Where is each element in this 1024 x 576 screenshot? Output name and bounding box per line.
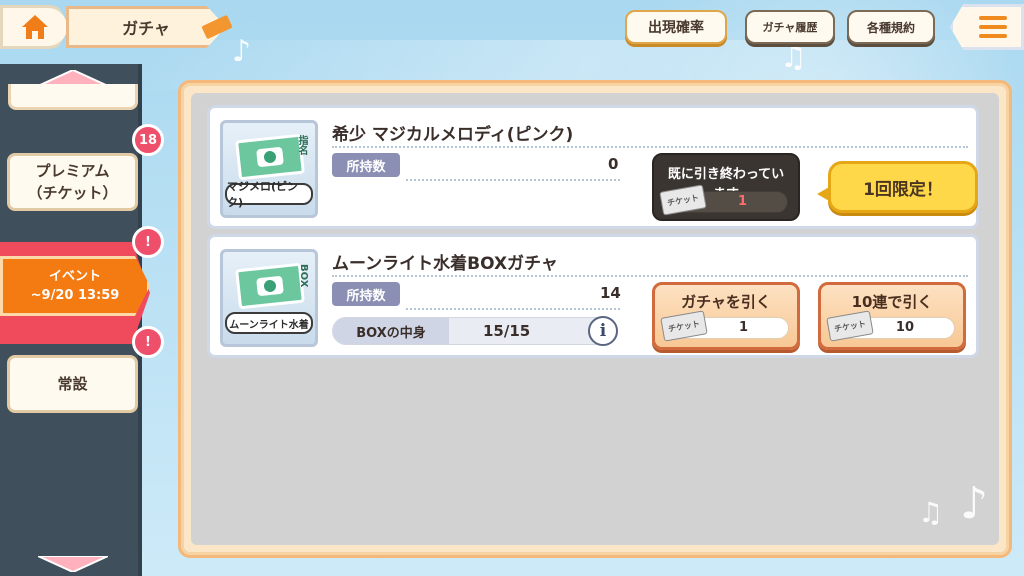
sidebar-item-label-line1: プレミアム — [35, 162, 110, 180]
ticket-count: 1 — [737, 194, 747, 209]
probability-button[interactable]: 出現確率 — [625, 10, 727, 44]
ticket-count: 10 — [895, 320, 914, 335]
limited-badge: 1回限定！ — [817, 161, 978, 213]
scroll-down-arrow-icon[interactable] — [38, 556, 108, 572]
sidebar-item-premium[interactable]: プレミアム （チケット） — [7, 153, 138, 211]
sidebar-item-label-line1: イベント — [48, 269, 101, 284]
home-icon — [22, 15, 48, 39]
box-contents-label: BOXの中身 — [333, 318, 449, 344]
gacha-title: 希少 マジカルメロディ(ピンク) — [332, 125, 574, 145]
music-note-icon: ♫ — [918, 496, 944, 529]
box-contents-bar: BOXの中身 15/15 — [332, 317, 618, 345]
home-button[interactable] — [0, 5, 70, 49]
sidebar-item-event[interactable]: イベント ~9/20 13:59 — [0, 256, 150, 316]
ten-pull-button[interactable]: 10連で引く チケット 10 — [818, 282, 966, 350]
thumbnail-label: マジメロ(ピンク) — [225, 180, 313, 209]
ticket-icon — [235, 262, 305, 310]
sidebar-item-label: プレミアム （チケット） — [27, 160, 117, 204]
ticket-cost: チケット 1 — [659, 184, 788, 216]
pull-button-disabled: 既に引き終わってい ます チケット 1 — [652, 153, 800, 221]
camera-icon — [256, 275, 284, 297]
music-note-icon: ♪ — [960, 478, 989, 529]
gacha-thumbnail: BOX ムーンライト水着 — [220, 249, 318, 347]
owned-value: 14 — [600, 284, 621, 302]
music-note-icon: ♪ — [232, 34, 252, 69]
owned-label: 所持数 — [332, 153, 400, 177]
hamburger-icon — [979, 16, 1007, 38]
ticket-cost: チケット 10 — [826, 310, 955, 342]
sidebar-item-label-line2: ~9/20 13:59 — [30, 288, 120, 303]
divider — [406, 308, 620, 310]
pull-button-text-line1: 既に引き終わってい — [667, 167, 785, 182]
single-pull-button[interactable]: ガチャを引く チケット 1 — [652, 282, 800, 350]
gacha-title: ムーンライト水着BOXガチャ — [332, 254, 558, 274]
sidebar-item-permanent[interactable]: 常設 — [7, 355, 138, 413]
gacha-list[interactable]: 指名 マジメロ(ピンク) 希少 マジカルメロディ(ピンク) 所持数 0 既に引き… — [191, 93, 999, 545]
music-note-icon: ♫ — [780, 40, 807, 75]
sidebar-item-label-line2: （チケット） — [27, 184, 118, 202]
thumbnail-tag: BOX — [298, 264, 309, 288]
owned-label: 所持数 — [332, 282, 400, 306]
gacha-panel: 指名 マジメロ(ピンク) 希少 マジカルメロディ(ピンク) 所持数 0 既に引き… — [178, 80, 1012, 558]
ticket-count: 1 — [738, 320, 748, 335]
sidebar-item-label: 常設 — [57, 375, 88, 393]
ticket-icon: チケット — [660, 310, 708, 342]
gacha-card: BOX ムーンライト水着 ムーンライト水着BOXガチャ 所持数 14 BOXの中… — [207, 234, 979, 358]
divider — [332, 146, 968, 148]
gacha-card: 指名 マジメロ(ピンク) 希少 マジカルメロディ(ピンク) 所持数 0 既に引き… — [207, 105, 979, 229]
notification-badge: ! — [132, 326, 164, 358]
pull-button-label: 10連で引く — [851, 293, 933, 311]
sidebar-item-partial[interactable] — [8, 84, 138, 110]
thumbnail-tag: 指名 — [296, 135, 307, 155]
ticket-cost: チケット 1 — [660, 310, 789, 342]
thumbnail-label: ムーンライト水着 — [225, 312, 313, 334]
sidebar-item-label: イベント ~9/20 13:59 — [31, 267, 120, 305]
notification-badge: 18 — [132, 124, 164, 156]
pull-button-label: ガチャを引く — [681, 293, 771, 311]
gacha-history-button[interactable]: ガチャ履歴 — [745, 10, 835, 44]
ticket-icon: チケット — [826, 310, 874, 342]
divider — [406, 179, 620, 181]
menu-button[interactable] — [950, 4, 1024, 50]
owned-value: 0 — [608, 155, 619, 173]
gacha-thumbnail: 指名 マジメロ(ピンク) — [220, 120, 318, 218]
camera-icon — [256, 146, 284, 168]
notification-badge: ! — [132, 226, 164, 258]
info-icon[interactable]: i — [588, 316, 618, 346]
box-contents-value: 15/15 — [483, 322, 531, 340]
terms-button[interactable]: 各種規約 — [847, 10, 935, 44]
divider — [332, 275, 968, 277]
